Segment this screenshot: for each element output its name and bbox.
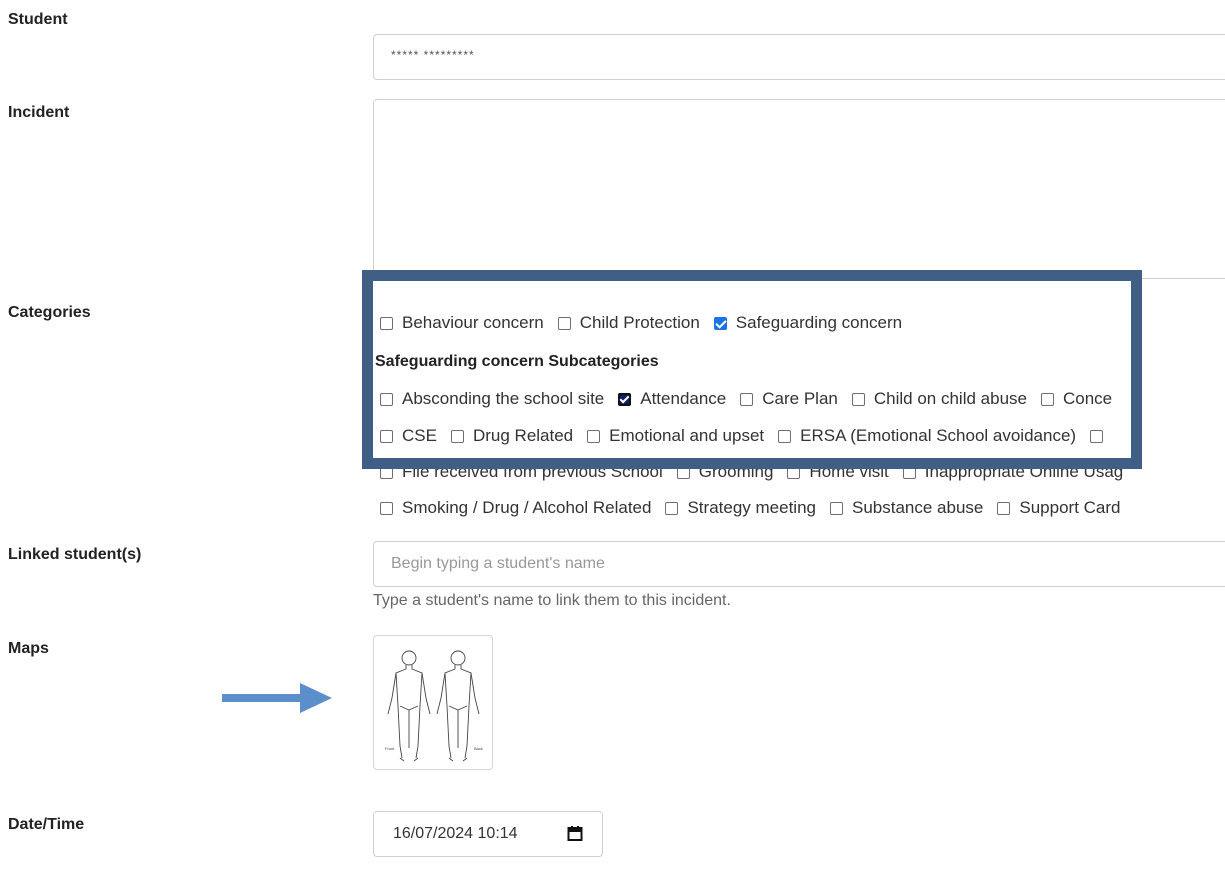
linked-students-input[interactable]: Begin typing a student's name	[373, 541, 1225, 587]
subcategory-label: Child on child abuse	[873, 389, 1027, 408]
subcategory-option[interactable]: Drug Related	[450, 426, 574, 446]
subcategory-option[interactable]: Child on child abuse	[851, 389, 1027, 409]
category-label: Child Protection	[579, 313, 700, 332]
checkbox-drug-related[interactable]	[450, 429, 464, 443]
category-option-behaviour-concern[interactable]: Behaviour concern	[380, 313, 544, 333]
category-label: Safeguarding concern	[735, 313, 903, 332]
subcategory-option[interactable]: CSE	[380, 426, 437, 446]
checkbox-strategy-meeting[interactable]	[665, 501, 679, 515]
checkbox-ersa[interactable]	[778, 429, 792, 443]
checkbox-child-protection[interactable]	[557, 316, 571, 330]
subcategory-label: Emotional and upset	[609, 426, 765, 445]
checkbox-substance-abuse[interactable]	[829, 501, 843, 515]
subcategory-option[interactable]: File received from previous School	[380, 462, 663, 482]
subcategory-label: Care Plan	[762, 389, 838, 408]
subcategory-label: Attendance	[640, 389, 727, 408]
checkbox-behaviour-concern[interactable]	[380, 316, 393, 330]
body-map-icon: Front Back	[385, 650, 483, 762]
checkbox-grooming[interactable]	[676, 465, 690, 479]
front-label: Front	[385, 746, 395, 751]
checkbox-unlabeled[interactable]	[1090, 429, 1104, 443]
subcategory-option[interactable]: Grooming	[676, 462, 774, 482]
checkbox-smoking-drug-alcohol[interactable]	[380, 501, 393, 515]
linked-students-hint: Type a student's name to link them to th…	[373, 592, 731, 609]
incident-textarea[interactable]	[373, 99, 1225, 279]
checkbox-absconding[interactable]	[380, 392, 393, 406]
subcategory-label: Inappropriate Online Usag	[924, 462, 1124, 481]
subcategory-option[interactable]: Absconding the school site	[380, 389, 604, 409]
subcategory-option[interactable]: Conce	[1040, 389, 1113, 409]
subcategory-option[interactable]: Support Card	[997, 498, 1121, 518]
arrow-icon	[222, 683, 332, 713]
subcategory-label: Conce	[1062, 389, 1113, 408]
checkbox-child-on-child-abuse[interactable]	[851, 392, 865, 406]
category-option-child-protection[interactable]: Child Protection	[557, 313, 700, 333]
subcategories-row-1: Absconding the school site Attendance Ca…	[380, 389, 1126, 409]
incident-label: Incident	[8, 104, 70, 121]
subcategories-heading: Safeguarding concern Subcategories	[375, 353, 659, 370]
student-value: ***** *********	[391, 48, 475, 62]
checkbox-cse[interactable]	[380, 429, 393, 443]
maps-label: Maps	[8, 640, 49, 657]
subcategory-label: ERSA (Emotional School avoidance)	[800, 426, 1077, 445]
subcategory-option[interactable]: Home visit	[787, 462, 889, 482]
subcategory-label: Substance abuse	[851, 498, 984, 517]
category-option-safeguarding-concern[interactable]: Safeguarding concern	[713, 313, 903, 333]
back-label: Back	[474, 746, 483, 751]
datetime-label: Date/Time	[8, 816, 85, 833]
subcategories-row-4: Smoking / Drug / Alcohol Related Strateg…	[380, 498, 1135, 518]
subcategory-option[interactable]: Attendance	[618, 389, 726, 409]
checkbox-file-received[interactable]	[380, 465, 393, 479]
subcategory-option[interactable]: Smoking / Drug / Alcohol Related	[380, 498, 651, 518]
subcategory-label: Absconding the school site	[402, 389, 605, 408]
checkbox-home-visit[interactable]	[787, 465, 801, 479]
linked-students-label: Linked student(s)	[8, 546, 142, 563]
body-map-thumbnail[interactable]: Front Back	[373, 635, 493, 770]
subcategory-label: Grooming	[698, 462, 774, 481]
subcategory-label: CSE	[402, 426, 437, 445]
student-field[interactable]: ***** *********	[373, 34, 1225, 80]
student-label: Student	[8, 11, 68, 28]
checkbox-safeguarding-concern[interactable]	[713, 316, 727, 330]
subcategory-label: Drug Related	[472, 426, 574, 445]
categories-label: Categories	[8, 304, 91, 321]
categories-row: Behaviour concern Child Protection Safeg…	[380, 313, 916, 333]
subcategory-option[interactable]: ERSA (Emotional School avoidance)	[778, 426, 1076, 446]
subcategory-option[interactable]: Substance abuse	[829, 498, 984, 518]
linked-students-placeholder: Begin typing a student's name	[391, 555, 605, 572]
calendar-icon[interactable]	[567, 825, 583, 842]
checkbox-support-card[interactable]	[997, 501, 1011, 515]
checkbox-conce[interactable]	[1040, 392, 1054, 406]
subcategory-option[interactable]: Care Plan	[740, 389, 838, 409]
checkbox-care-plan[interactable]	[740, 392, 754, 406]
checkbox-inappropriate-online-usage[interactable]	[902, 465, 916, 479]
datetime-input[interactable]: 16/07/2024 10:14	[373, 811, 603, 857]
subcategory-option[interactable]: Strategy meeting	[665, 498, 816, 518]
category-label: Behaviour concern	[402, 313, 544, 332]
subcategories-row-2: CSE Drug Related Emotional and upset ERS…	[380, 426, 1126, 446]
subcategory-option[interactable]: Emotional and upset	[587, 426, 764, 446]
checkbox-emotional-and-upset[interactable]	[587, 429, 601, 443]
subcategory-label: Support Card	[1019, 498, 1121, 517]
subcategory-label: File received from previous School	[402, 462, 663, 481]
subcategory-label: Strategy meeting	[687, 498, 816, 517]
datetime-value: 16/07/2024 10:14	[393, 825, 518, 842]
subcategory-option[interactable]	[1090, 429, 1112, 443]
checkbox-attendance[interactable]	[618, 392, 632, 406]
subcategory-label: Home visit	[809, 462, 889, 481]
subcategory-label: Smoking / Drug / Alcohol Related	[402, 498, 652, 517]
subcategories-row-3: File received from previous School Groom…	[380, 462, 1137, 482]
subcategory-option[interactable]: Inappropriate Online Usag	[902, 462, 1124, 482]
